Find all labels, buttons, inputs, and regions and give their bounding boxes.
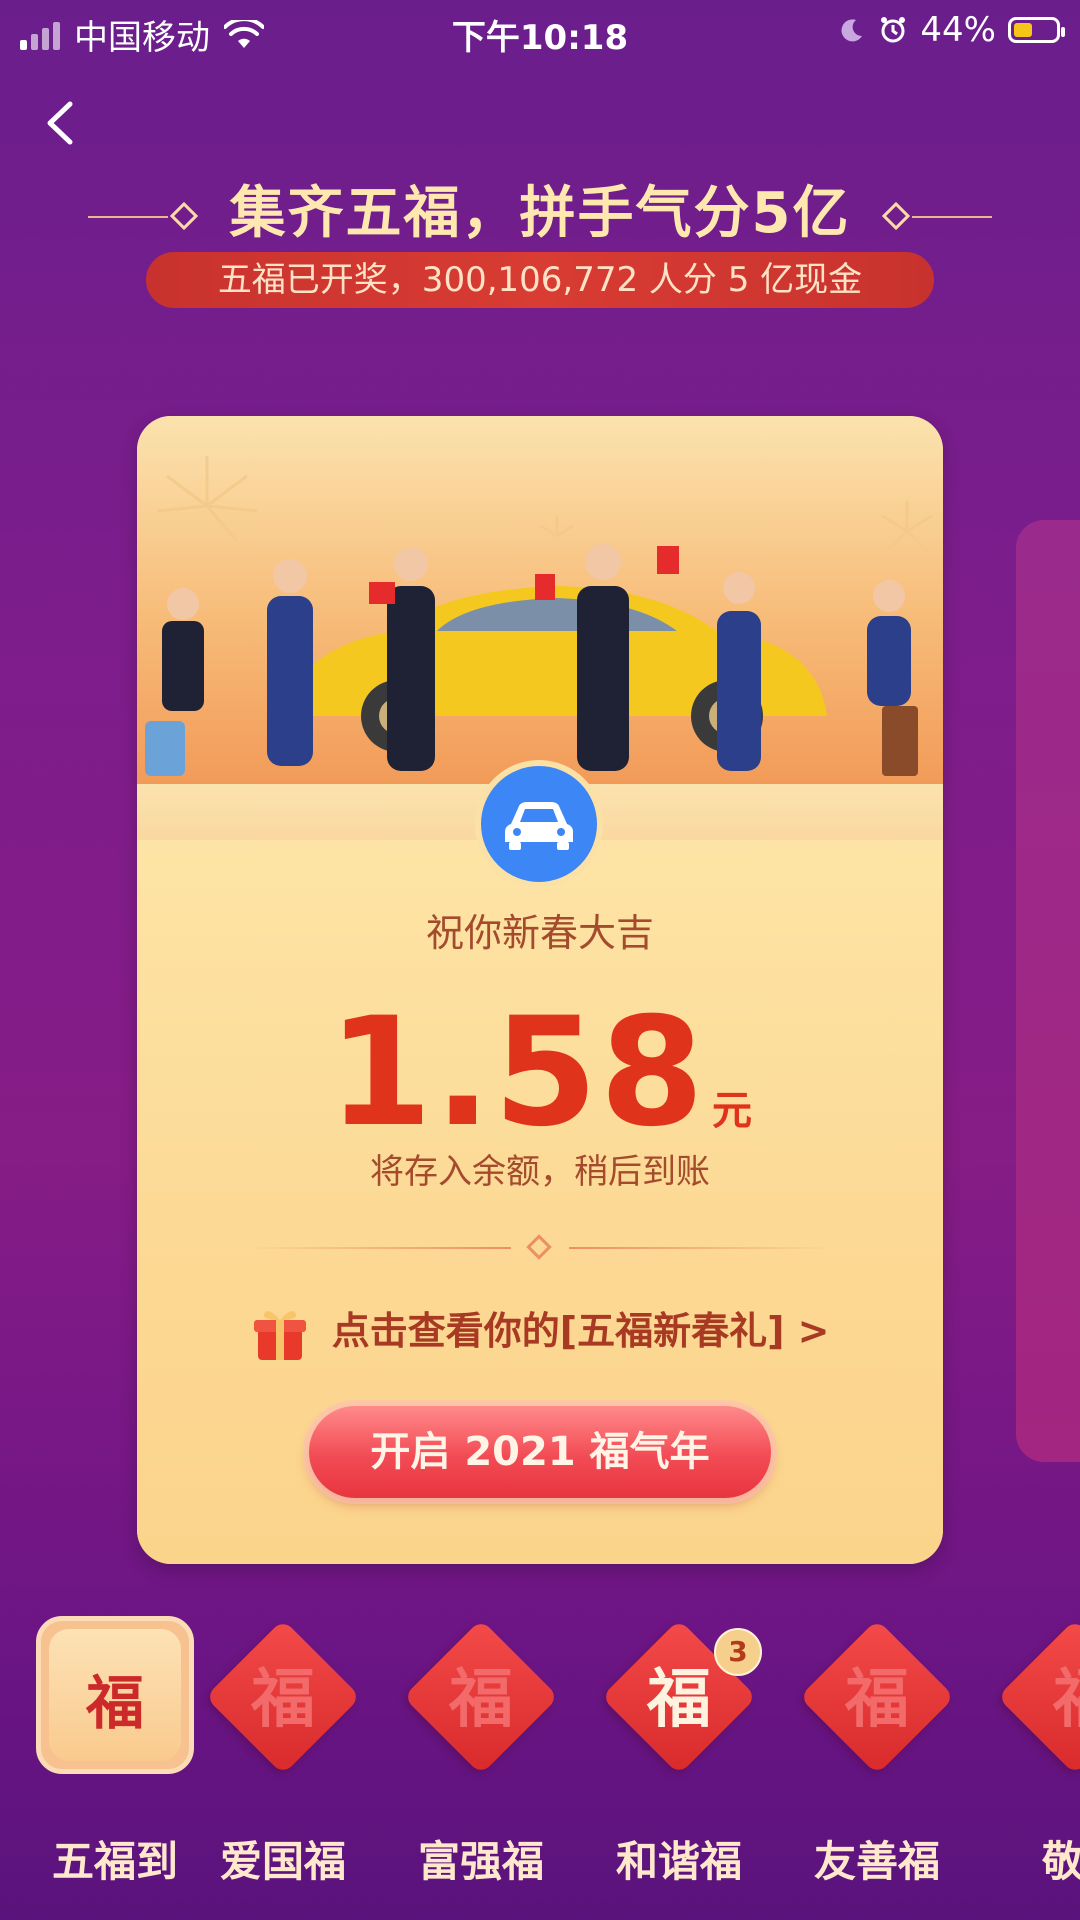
fu-char-icon: 福: [845, 1662, 909, 1737]
tab-label: 富强福: [417, 1837, 544, 1886]
tab-label: 五福到: [51, 1837, 178, 1886]
fu-char-icon: 福: [251, 1662, 315, 1737]
divider: [247, 1234, 833, 1262]
amount-unit: 元: [712, 1088, 753, 1134]
page-title: 集齐五福，拼手气分5亿: [229, 181, 851, 246]
title-deco-right-icon: [872, 201, 992, 232]
status-right: 44%: [838, 10, 1065, 50]
page-title-row: 集齐五福，拼手气分5亿: [0, 168, 1080, 249]
title-deco-left-icon: [88, 201, 208, 232]
deposit-notice: 将存入余额，稍后到账: [370, 1152, 710, 1192]
tab-youshanfu[interactable]: 福 友善福: [792, 1610, 962, 1910]
fu-char-icon: 福: [85, 1669, 144, 1737]
status-bar: 中国移动 下午10:18 44%: [0, 0, 1080, 64]
tab-jingyefu[interactable]: 福 敬: [990, 1610, 1080, 1910]
fu-char-icon: 福: [449, 1662, 513, 1737]
tab-aiguofu[interactable]: 福 爱国福: [198, 1610, 368, 1910]
battery-icon: [1008, 17, 1065, 43]
gift-link-text: 点击查看你的[五福新春礼] >: [331, 1309, 830, 1353]
fu-card-tabs: 福 五福到 福 爱国福 福 富强福 福 3 和谐福 福 友善福 福 敬: [0, 1610, 1080, 1910]
gift-icon: [254, 1310, 307, 1360]
fu-char-icon: 福: [1000, 1648, 1080, 1740]
open-fortune-year-button[interactable]: 开启 2021 福气年: [309, 1406, 771, 1498]
car-icon: [475, 760, 603, 888]
card-illustration: [137, 416, 943, 788]
battery-percent: 44%: [920, 10, 996, 50]
gift-link[interactable]: 点击查看你的[五福新春礼] >: [137, 1300, 943, 1364]
back-icon[interactable]: [40, 98, 80, 148]
draw-summary-banner: 五福已开奖，300,106,772 人分 5 亿现金: [146, 252, 934, 308]
battery-fill: [1014, 23, 1032, 37]
greeting-text: 祝你新春大吉: [425, 911, 654, 955]
alarm-icon: [881, 17, 906, 43]
tab-fuqiangfu[interactable]: 福 富强福: [396, 1610, 566, 1910]
tab-wufudao[interactable]: 福 五福到: [0, 1610, 194, 1910]
reward-amount: 1.58 元: [137, 986, 943, 1160]
tab-label: 和谐福: [615, 1837, 742, 1886]
count-badge: 3: [714, 1628, 762, 1676]
celebration-illustration: [145, 456, 933, 776]
amount-value: 1.58: [327, 986, 707, 1160]
tab-hexiefu[interactable]: 福 3 和谐福: [594, 1610, 764, 1910]
moon-icon: [841, 19, 863, 42]
reward-card: 祝你新春大吉 1.58 元 将存入余额，稍后到账 点击查看你的[五福新春礼] > …: [137, 416, 943, 1564]
tab-label: 友善福: [813, 1837, 940, 1886]
tab-label: 爱国福: [219, 1837, 346, 1886]
tab-label: 敬: [1042, 1837, 1080, 1886]
next-card-peek[interactable]: [1016, 520, 1080, 1462]
